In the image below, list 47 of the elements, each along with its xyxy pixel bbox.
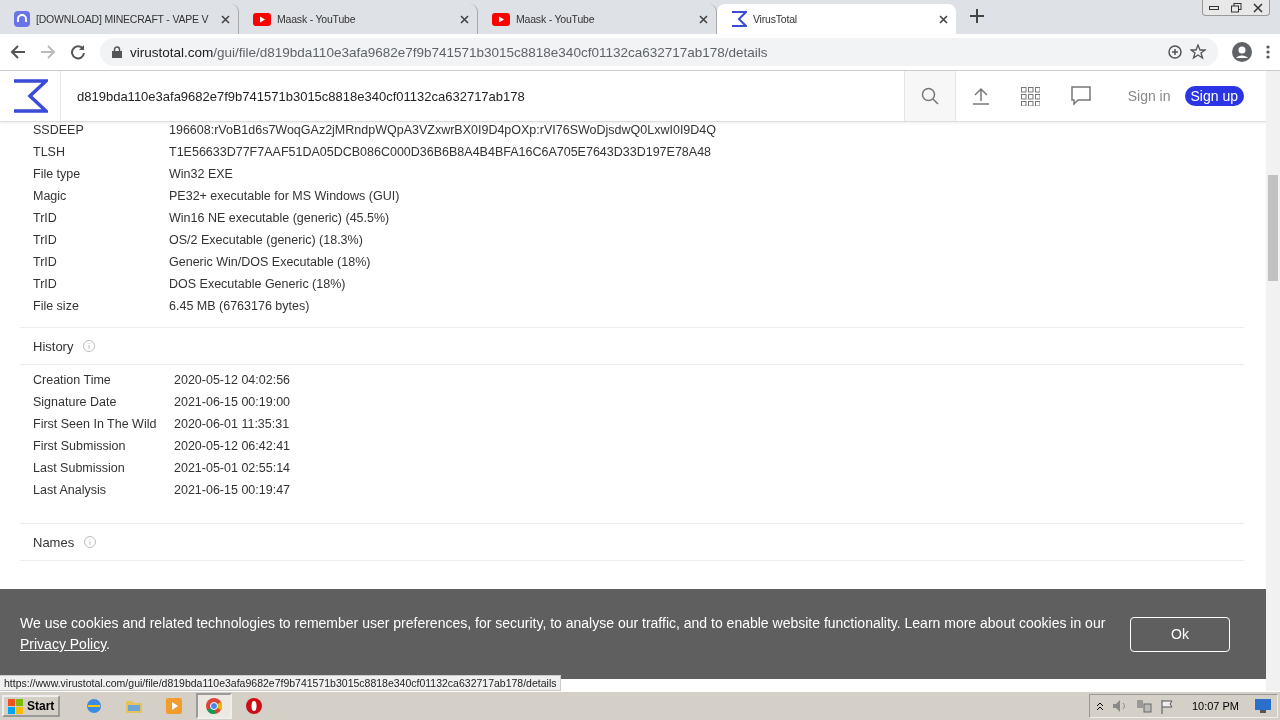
field-label: Magic: [33, 189, 68, 203]
field-value: 196608:rVoB1d6s7WoqGAz2jMRndpWQpA3VZxwrBX0I9D4pOXp:rVI76SWoDjsdwQ0LxwI0I9D4Q: [169, 123, 717, 137]
field-value: DOS Executable Generic (18%): [169, 277, 346, 291]
sign-up-button[interactable]: Sign up: [1184, 86, 1244, 106]
field-value: 2021-06-15 00:19:00: [174, 395, 291, 409]
field-label: TrID: [33, 211, 58, 225]
field-label: TLSH: [33, 145, 66, 159]
field-value: OS/2 Executable (generic) (18.3%): [169, 233, 363, 247]
field-label: TrID: [33, 277, 58, 291]
field-value: 2020-06-01 11:35:31: [174, 417, 290, 431]
field-label: TrID: [33, 233, 58, 247]
field-label: SSDEEP: [33, 123, 85, 137]
browser-tab[interactable]: [DOWNLOAD] MINECRAFT - VAPE V: [0, 4, 239, 34]
field-value: PE32+ executable for MS Windows (GUI): [169, 189, 400, 203]
field-label: Signature Date: [33, 395, 118, 409]
address-bar[interactable]: virustotal.com/gui/file/d819bda110e3afa9682e7f9b741571b3015c8818e340cf01132ca632717ab178/details: [100, 38, 1218, 66]
start-button[interactable]: Start: [2, 695, 61, 717]
field-label: Last Analysis: [33, 483, 107, 497]
field-value: 2020-05-12 06:42:41: [174, 439, 291, 453]
browser-tab[interactable]: VirusTotal: [717, 4, 956, 34]
cookie-notice: We use cookies and related technologies to remember user preferences, for security, to analyse our traffic, and to enable website functionality. Learn more about cookies in our Privacy Policy.: [20, 614, 1106, 654]
ok-button[interactable]: Ok: [1130, 616, 1230, 652]
section-title: History: [33, 338, 74, 354]
status-url: https://www.virustotal.com/gui/file/d819bda110e3afa9682e7f9b741571b3015c8818e340cf01132ca632717ab178/details: [0, 675, 562, 691]
field-value: Win32 EXE: [169, 167, 233, 181]
field-label: TrID: [33, 255, 58, 269]
clock[interactable]: 10:07 PM: [1191, 700, 1239, 712]
field-label: First Submission: [33, 439, 127, 453]
url-path: /gui/file/d819bda110e3afa9682e7f9b741571b3015c8818e340cf01132ca632717ab178/details: [213, 44, 768, 60]
field-label: Last Submission: [33, 461, 126, 475]
field-label: File size: [33, 299, 80, 313]
field-value: 6.45 MB (6763176 bytes): [169, 299, 310, 313]
browser-tab[interactable]: Maask - YouTube: [239, 4, 478, 34]
section-title: Names: [33, 534, 75, 550]
field-value: Win16 NE executable (generic) (45.5%): [169, 211, 390, 225]
field-label: First Seen In The Wild: [33, 417, 158, 431]
field-value: T1E56633D77F7AAF51DA05DCB086C000D36B6B8A4B4BFA16C6A705E7643D33D197E78A48: [169, 145, 712, 159]
field-value: 2021-06-15 00:19:47: [174, 483, 291, 497]
field-value: Generic Win/DOS Executable (18%): [169, 255, 371, 269]
field-value: 2021-05-01 02:55:14: [174, 461, 291, 475]
search-field[interactable]: d819bda110e3afa9682e7f9b741571b3015c8818e340cf01132ca632717ab178: [61, 88, 904, 104]
field-label: Creation Time: [33, 373, 112, 387]
field-label: File type: [33, 167, 82, 181]
url-host: virustotal.com: [130, 44, 214, 60]
field-value: 2020-05-12 04:02:56: [174, 373, 291, 387]
sign-in-link[interactable]: Sign in: [1127, 88, 1171, 104]
browser-tab[interactable]: Maask - YouTube: [478, 4, 717, 34]
